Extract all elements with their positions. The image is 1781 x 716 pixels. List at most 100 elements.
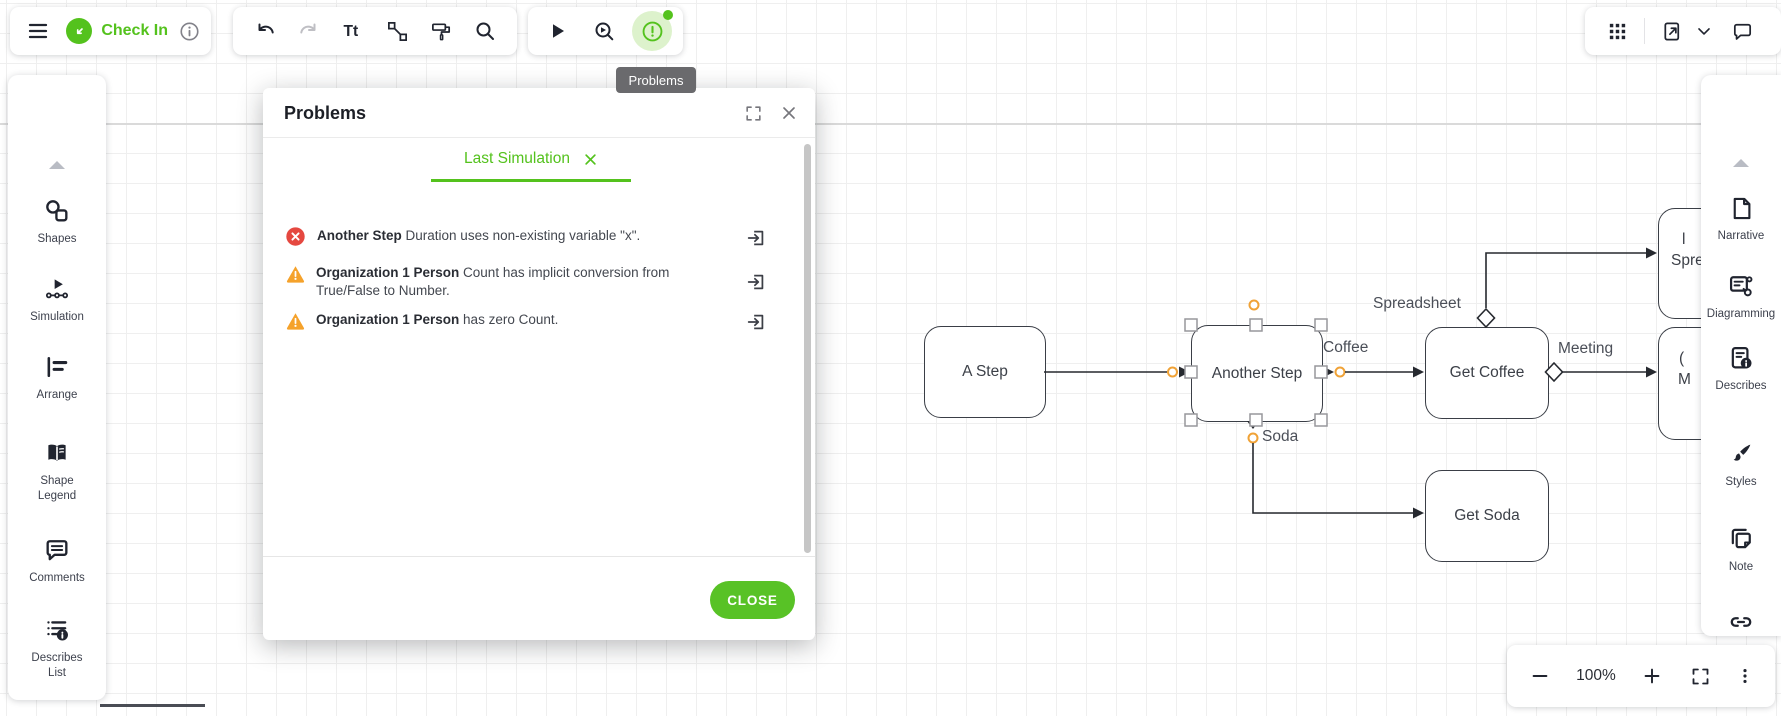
svg-text:Tt: Tt [344, 23, 359, 40]
goto-shape-icon [745, 227, 767, 249]
undo-button[interactable] [247, 13, 283, 49]
sidebar-item-simulation[interactable]: Simulation [8, 275, 106, 325]
describes-list-icon [43, 616, 71, 644]
shape-get-coffee[interactable]: Get Coffee [1425, 327, 1549, 419]
apps-grid-icon [1606, 20, 1629, 43]
fullscreen-icon [1690, 666, 1711, 687]
play-icon [545, 19, 569, 43]
export-document-icon [1661, 20, 1684, 43]
more-options-button[interactable] [1733, 658, 1757, 694]
sidebar-item-arrange[interactable]: Arrange [8, 353, 106, 403]
sidebar-item-shapes[interactable]: Shapes [8, 197, 106, 247]
session-toolbar: Check In [10, 7, 211, 55]
magnifier-play-icon [592, 19, 616, 43]
problem-text: Another Step Duration uses non-existing … [317, 227, 699, 245]
sidebar-item-styles[interactable]: Styles [1701, 440, 1781, 490]
search-button[interactable] [467, 13, 503, 49]
apps-grid-button[interactable] [1599, 13, 1635, 49]
problem-row: Organization 1 Person has zero Count. [285, 310, 793, 334]
problems-button[interactable] [632, 11, 672, 51]
check-in-arrow-icon [71, 23, 88, 40]
connector-label-meeting[interactable]: Meeting [1558, 340, 1613, 358]
text-tool-button[interactable]: Tt [335, 13, 371, 49]
sidebar-item-links[interactable]: Links [1701, 608, 1781, 636]
link-icon [1727, 608, 1755, 636]
dialog-scrollbar-thumb[interactable] [804, 144, 811, 553]
format-painter-button[interactable] [423, 13, 459, 49]
connector-label-soda[interactable]: Soda [1262, 428, 1298, 446]
diagramming-icon [1727, 272, 1755, 300]
go-to-problem-button[interactable] [745, 310, 769, 334]
tab-last-simulation[interactable]: Last Simulation [431, 150, 631, 182]
sidebar-item-comments[interactable]: Comments [8, 536, 106, 586]
connector-label-coffee[interactable]: Coffee [1323, 339, 1368, 357]
dialog-close-icon-button[interactable] [777, 101, 801, 125]
shape-label: Another Step [1212, 365, 1302, 383]
scroll-up-arrow[interactable] [1733, 159, 1749, 167]
shape-get-soda[interactable]: Get Soda [1425, 470, 1549, 562]
comments-icon [43, 536, 71, 564]
connector-tool-button[interactable] [379, 13, 415, 49]
hamburger-icon [26, 19, 50, 43]
check-in-status-icon [66, 18, 92, 44]
problem-message: has zero Count. [463, 312, 558, 327]
redo-button[interactable] [291, 13, 327, 49]
zoom-level-display[interactable]: 100% [1573, 667, 1619, 685]
problem-message: Duration uses non-existing variable "x". [406, 228, 641, 243]
problem-row: Organization 1 Person Count has implicit… [285, 263, 793, 300]
zoom-in-button[interactable] [1637, 658, 1667, 694]
problems-tooltip: Problems [616, 67, 696, 93]
fit-to-screen-button[interactable] [1685, 658, 1715, 694]
go-to-problem-button[interactable] [745, 270, 769, 294]
dialog-expand-button[interactable] [741, 101, 765, 125]
problem-subject: Another Step [317, 228, 402, 243]
connector-label-spreadsheet[interactable]: Spreadsheet [1373, 295, 1461, 313]
problem-subject: Organization 1 Person [316, 265, 459, 280]
sidebar-item-describes-list[interactable]: Describes List [8, 616, 106, 681]
shape-label-fragment: Spre [1659, 250, 1704, 271]
shape-label: Get Coffee [1450, 364, 1525, 382]
sidebar-item-describes[interactable]: Describes [1701, 344, 1781, 394]
describes-icon [1727, 344, 1755, 372]
app-switch-toolbar [1585, 7, 1781, 55]
scroll-up-arrow[interactable] [49, 161, 65, 169]
paint-roller-icon [430, 20, 453, 43]
feedback-button[interactable] [1724, 13, 1760, 49]
go-to-problem-button[interactable] [745, 226, 769, 250]
info-icon [178, 20, 201, 43]
sidebar-item-note[interactable]: Note [1701, 525, 1781, 575]
shape-a-step[interactable]: A Step [924, 326, 1046, 418]
warning-icon [285, 310, 306, 332]
export-document-button[interactable] [1654, 13, 1690, 49]
sidebar-item-shape-legend[interactable]: Shape Legend [8, 439, 106, 504]
right-sidebar: Narrative Diagramming Describes Styles N… [1701, 75, 1781, 636]
info-button[interactable] [178, 13, 201, 49]
app-window: A Step Another Step Get Coffee Get Soda … [0, 0, 1781, 716]
align-left-icon [43, 353, 71, 381]
kebab-menu-icon [1735, 666, 1755, 686]
sidebar-item-diagramming[interactable]: Diagramming [1701, 272, 1781, 322]
dialog-close-button[interactable]: CLOSE [710, 581, 795, 619]
problem-text: Organization 1 Person has zero Count. [316, 311, 698, 329]
legend-book-icon [43, 439, 71, 467]
dialog-footer: CLOSE [263, 556, 815, 640]
shape-another-step-selected[interactable]: Another Step [1191, 325, 1323, 422]
simulation-toolbar [528, 7, 683, 55]
shape-label-fragment: M [1659, 369, 1691, 390]
export-dropdown-button[interactable] [1690, 13, 1718, 49]
dialog-title: Problems [284, 88, 366, 138]
undo-icon [253, 19, 277, 43]
run-simulation-button[interactable] [539, 13, 575, 49]
zoom-out-button[interactable] [1525, 658, 1555, 694]
shape-label: A Step [962, 363, 1008, 381]
left-sidebar: Shapes Simulation Arrange Shape Legend C… [8, 75, 106, 700]
redo-icon [297, 19, 321, 43]
simulation-results-button[interactable] [586, 13, 622, 49]
main-menu-button[interactable] [26, 13, 50, 49]
tab-close-icon[interactable] [583, 152, 598, 167]
check-in-button[interactable]: Check In [101, 22, 168, 40]
sidebar-item-narrative[interactable]: Narrative [1701, 195, 1781, 244]
minus-icon [1529, 665, 1551, 687]
warning-icon [285, 263, 306, 285]
simulation-icon [43, 275, 71, 303]
